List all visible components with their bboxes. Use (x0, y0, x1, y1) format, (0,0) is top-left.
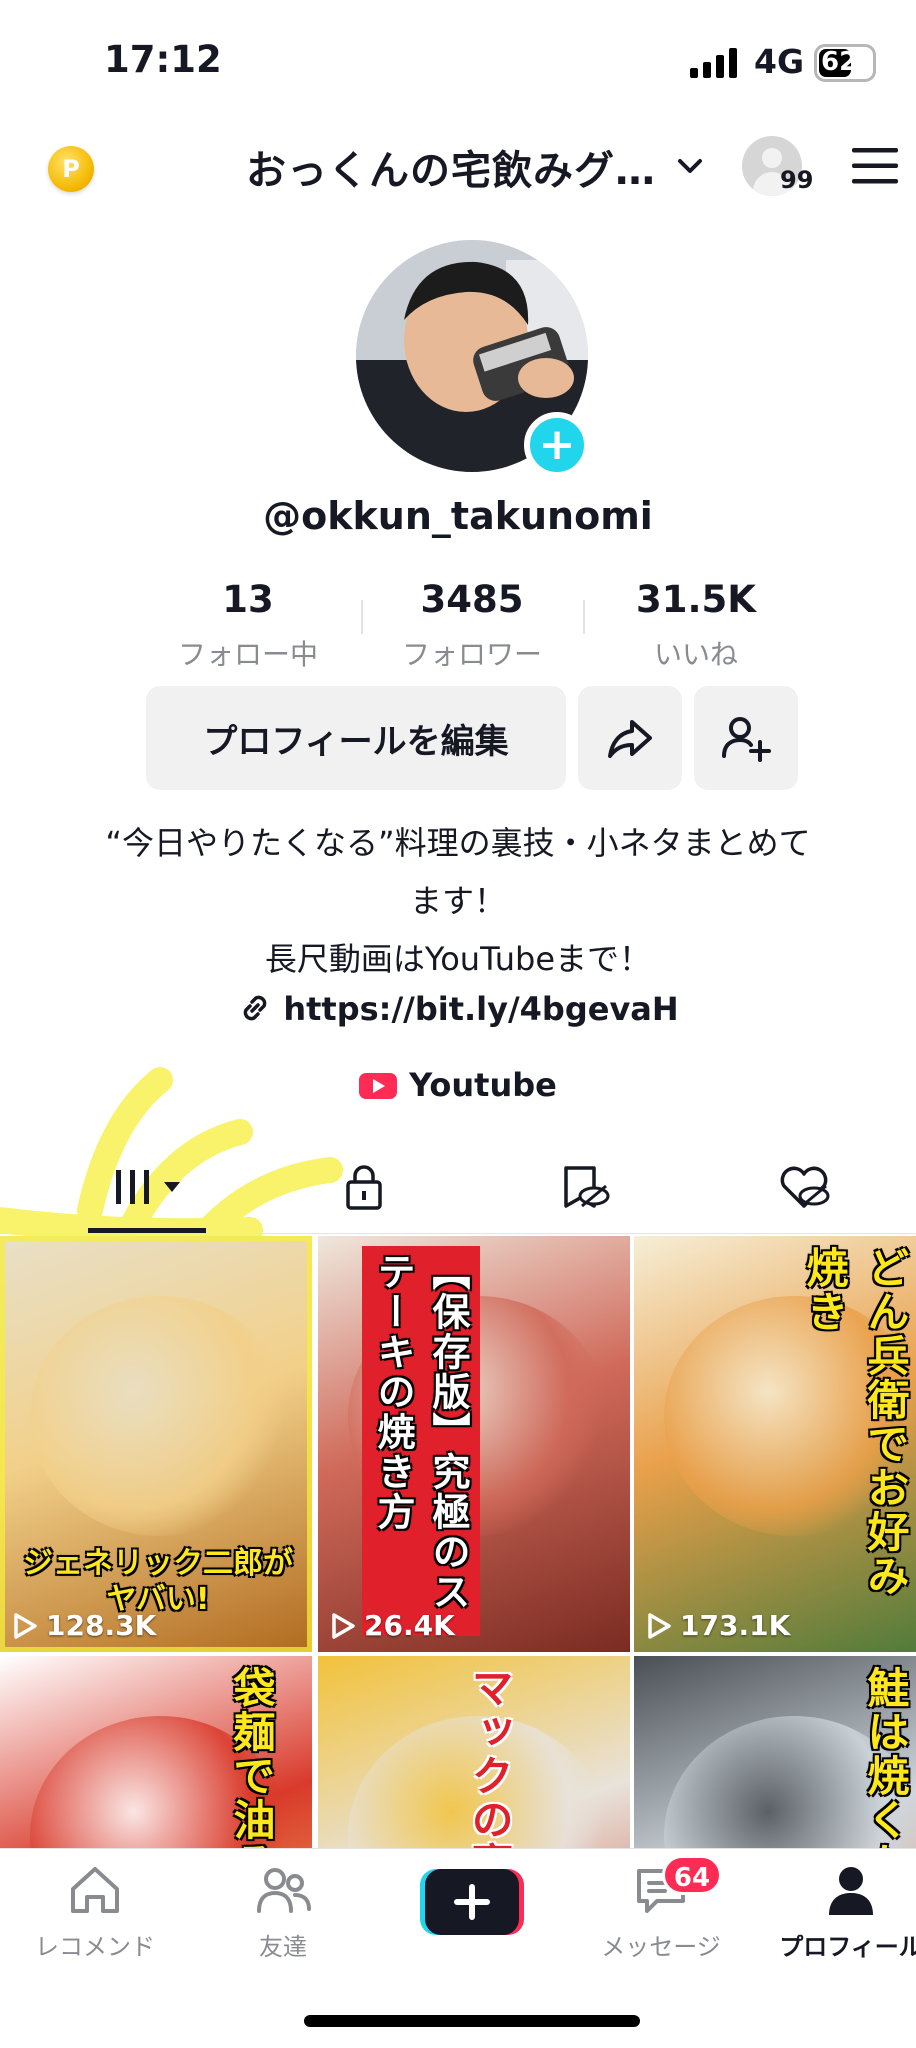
thumbnail-caption: ジェネリック二郎が ヤバい! (23, 1546, 293, 1617)
video-thumbnail[interactable]: 【保存版】究極のステーキの焼き方 26.4K (318, 1236, 630, 1652)
avatar-head (762, 148, 782, 168)
video-thumbnail[interactable]: ジェネリック二郎が ヤバい! 128.3K (0, 1236, 312, 1652)
view-count: 173.1K (646, 1609, 790, 1642)
bio-line: 長尺動画はYouTubeまで！ (264, 940, 652, 978)
create-post-button[interactable] (420, 1869, 524, 1935)
stat-divider (361, 600, 363, 634)
share-arrow-icon (608, 720, 652, 758)
status-time: 17:12 (104, 38, 222, 81)
coin-label: P (62, 155, 80, 183)
add-user-icon (722, 717, 771, 762)
hamburger-menu-icon[interactable] (852, 146, 898, 186)
videos-grid-tab-icon[interactable] (110, 1162, 190, 1212)
play-icon (332, 1612, 355, 1639)
video-thumbnail[interactable]: 鮭は焼くな茹でた (634, 1656, 916, 1848)
stat-label: フォロー中 (177, 638, 318, 671)
home-indicator (304, 2015, 640, 2027)
saved-hidden-tab-icon[interactable] (554, 1162, 614, 1212)
youtube-icon (359, 1073, 398, 1099)
thumbnail-image (30, 1296, 290, 1536)
view-count: 128.3K (12, 1609, 156, 1642)
chevron-down-icon[interactable] (672, 148, 708, 184)
bio-line: “今日やりたくなる”料理の裏技・小ネタまとめて (105, 824, 811, 862)
profile-bio: “今日やりたくなる”料理の裏技・小ネタまとめて ます！ 長尺動画はYouTube… (60, 814, 856, 988)
youtube-label: Youtube (409, 1066, 557, 1104)
profile-icon (829, 1867, 873, 1915)
thumbnail-caption: マックの裏 (465, 1666, 514, 1848)
home-icon (71, 1867, 119, 1913)
thumbnail-caption: 鮭は焼くな茹でた (861, 1666, 910, 1848)
view-count-text: 128.3K (46, 1609, 157, 1642)
stat-value: 13 (222, 578, 274, 621)
battery-icon: 62 (814, 44, 876, 82)
battery-level: 62 (821, 47, 858, 77)
thumbnail-caption: どん兵衛でお好み焼き (800, 1246, 910, 1598)
signal-icon (690, 48, 737, 78)
message-count-badge: 64 (662, 1855, 722, 1895)
video-thumbnail[interactable]: 袋麺で油そば (0, 1656, 312, 1848)
profile-stats: 13 フォロー中 3485 フォロワー 31.5K いいね (0, 578, 916, 671)
nav-label: メッセージ (601, 1933, 721, 1961)
play-icon (14, 1612, 37, 1639)
link-icon (244, 995, 267, 1021)
bottom-nav: レコメンド 友達 メッセージ 64 プロフィール (0, 1848, 916, 2048)
add-avatar-plus-icon[interactable]: + (524, 412, 590, 478)
stat-divider (583, 600, 585, 634)
add-friend-button[interactable] (694, 686, 798, 790)
view-count-text: 173.1K (680, 1609, 791, 1642)
thumbnail-caption: 【保存版】究極のステーキの焼き方 (362, 1246, 480, 1636)
stat-value: 3485 (420, 578, 524, 621)
stat-value: 31.5K (636, 578, 756, 621)
network-type: 4G (754, 42, 805, 81)
video-grid: ジェネリック二郎が ヤバい! 128.3K 【保存版】究極のステーキの焼き方 26.4… (0, 1236, 916, 1848)
profile-handle: @okkun_takunomi (263, 494, 653, 538)
nav-profile[interactable]: プロフィール (766, 1863, 916, 1962)
friends-icon (257, 1868, 311, 1913)
bio-line: ます！ (409, 882, 506, 920)
edit-profile-button[interactable]: プロフィールを編集 (146, 686, 566, 790)
view-count: 26.4K (330, 1609, 455, 1642)
private-lock-tab-icon[interactable] (334, 1162, 394, 1212)
nav-label: レコメンド (35, 1933, 155, 1961)
stat-label: いいね (653, 638, 738, 671)
share-profile-button[interactable] (578, 686, 682, 790)
video-thumbnail[interactable]: マックの裏 (318, 1656, 630, 1848)
tabs-divider (0, 1233, 916, 1234)
coin-icon[interactable]: P (48, 146, 94, 192)
youtube-link[interactable]: Youtube (0, 1066, 916, 1104)
status-bar: 17:12 4G 62 (0, 0, 916, 120)
nav-label: プロフィール (779, 1933, 916, 1961)
profile-tabs (0, 1140, 916, 1234)
nav-friends[interactable]: 友達 (198, 1863, 368, 1962)
view-count-text: 26.4K (364, 1609, 455, 1642)
nav-label: 友達 (259, 1933, 307, 1961)
video-thumbnail[interactable]: どん兵衛でお好み焼き 173.1K (634, 1236, 916, 1652)
stat-followers[interactable]: 3485 フォロワー (372, 578, 572, 673)
liked-hidden-tab-icon[interactable] (774, 1162, 834, 1212)
thumbnail-caption: 袋麺で油そば (227, 1666, 276, 1848)
stat-likes[interactable]: 31.5K いいね (596, 578, 796, 673)
play-icon (648, 1612, 671, 1639)
link-text: https://bit.ly/4bgevaH (283, 990, 679, 1028)
nav-home[interactable]: レコメンド (10, 1863, 180, 1962)
profile-link[interactable]: https://bit.ly/4bgevaH (0, 990, 916, 1028)
visitor-count-badge: 99 (780, 166, 814, 194)
stat-label: フォロワー (401, 638, 542, 671)
stat-following[interactable]: 13 フォロー中 (148, 578, 348, 673)
account-switcher-title[interactable]: おっくんの宅飲みグ… (246, 138, 656, 196)
